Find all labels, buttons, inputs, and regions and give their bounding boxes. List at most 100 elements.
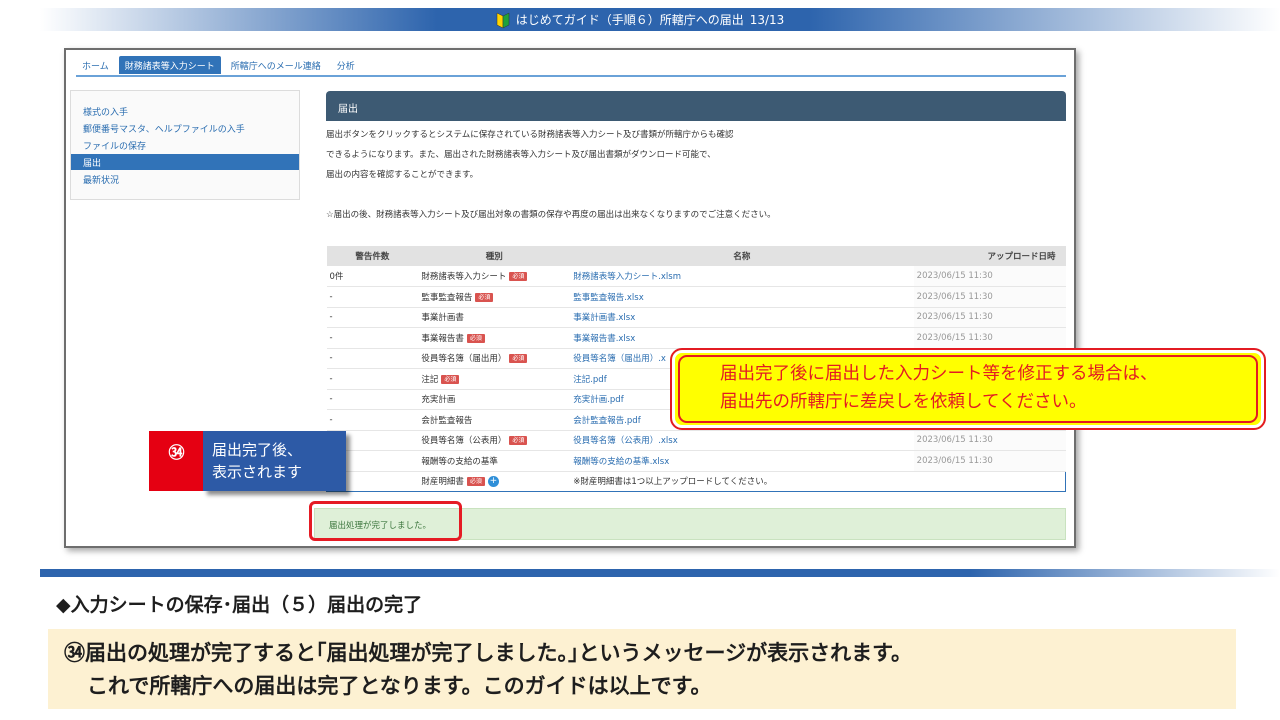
- required-badge: 必須: [441, 374, 460, 384]
- row-type: 事業報告書 必須: [418, 327, 571, 349]
- row-type-label: 注記: [421, 374, 439, 385]
- row-warning-count: -: [326, 409, 419, 431]
- panel-description-line1: 届出ボタンをクリックするとシステムに保存されている財務諸表等入力シート及び書類が…: [326, 130, 734, 140]
- header-type: 種別: [418, 246, 571, 266]
- callout-line1: 届出完了後に届出した入力シート等を修正する場合は、: [720, 364, 1158, 384]
- row-file-link[interactable]: 事業計画書.xlsx: [570, 307, 914, 328]
- panel-caution-note: ☆届出の後、財務諸表等入力シート及び届出対象の書類の保存や再度の届出は出来なくな…: [326, 210, 776, 220]
- table-row: - 監事監査報告 必須 監事監査報告.xlsx 2023/06/15 11:30: [326, 286, 1066, 308]
- panel-description-line3: 届出の内容を確認することができます。: [326, 170, 479, 180]
- header-name: 名称: [570, 246, 914, 266]
- row-type: 役員等名簿（公表用） 必須: [418, 430, 571, 451]
- required-badge: 必須: [509, 436, 528, 446]
- callout-text: 届出完了後に届出した入力シート等を修正する場合は、 届出先の所轄庁に差戻しを依頼…: [720, 360, 1158, 416]
- step-note: 届出完了後、 表示されます: [203, 431, 346, 491]
- required-badge: 必須: [509, 354, 528, 364]
- header-warning-count: 警告件数: [326, 246, 419, 266]
- row-type-label: 事業報告書: [421, 333, 464, 344]
- row-upload-date: 2023/06/15 11:30: [913, 266, 1066, 287]
- required-badge: 必須: [466, 333, 485, 343]
- row-type: 財務諸表等入力シート 必須: [418, 266, 571, 287]
- panel-description-line2: できるようになります。また、届出された財務諸表等入力シート及び届出書類がダウンロ…: [326, 150, 716, 160]
- row-type: 会計監査報告: [418, 409, 571, 431]
- explanation-line2: これで所轄庁への届出は完了となります。このガイドは以上です。: [87, 674, 712, 698]
- row-type-label: 財産明細書: [421, 477, 464, 488]
- row-upload-date: 2023/06/15 11:30: [913, 307, 1066, 328]
- tab-mail-contact[interactable]: 所轄庁へのメール連絡: [225, 56, 327, 74]
- panel-title: 届出: [326, 91, 1066, 121]
- row-warning-count: -: [326, 327, 419, 349]
- row-warning-count: -: [326, 348, 419, 369]
- banner-page-number: 13/13: [749, 12, 785, 27]
- sidebar-item-postal-master[interactable]: 郵便番号マスタ、ヘルプファイルの入手: [71, 120, 299, 136]
- warning-callout: 届出完了後に届出した入力シート等を修正する場合は、 届出先の所轄庁に差戻しを依頼…: [670, 348, 1266, 430]
- row-upload-date: 2023/06/15 11:30: [913, 327, 1066, 349]
- tab-analysis[interactable]: 分析: [331, 56, 361, 74]
- tab-home[interactable]: ホーム: [76, 56, 115, 74]
- row-type: 財産明細書 必須 +: [418, 470, 571, 492]
- tab-bar: ホーム 財務諸表等入力シート 所轄庁へのメール連絡 分析: [76, 56, 361, 74]
- table-row: 役員等名簿（公表用） 必須 役員等名簿（公表用）.xlsx 2023/06/15 11…: [326, 430, 1066, 451]
- table-header-row: 警告件数 種別 名称 アップロード日時: [326, 246, 1066, 266]
- row-file-link[interactable]: 財務諸表等入力シート.xlsm: [570, 266, 914, 287]
- slide: はじめてガイド（手順６）所轄庁への届出 13/13 ホーム 財務諸表等入力シート…: [0, 0, 1280, 720]
- row-type: 事業計画書: [418, 307, 571, 328]
- row-warning-count: 0件: [326, 266, 419, 287]
- row-type-label: 役員等名簿（届出用）: [421, 354, 507, 365]
- table-row: - 事業計画書 事業計画書.xlsx 2023/06/15 11:30: [326, 307, 1066, 328]
- row-warning-count: -: [326, 368, 419, 390]
- row-type-label: 監事監査報告: [421, 292, 473, 303]
- row-instruction: ※財産明細書は1つ以上アップロードしてください。: [570, 470, 1067, 492]
- tab-divider: [76, 75, 1066, 77]
- table-row: 0件 財務諸表等入力シート 必須 財務諸表等入力シート.xlsm 2023/06/15 …: [326, 266, 1066, 287]
- row-file-link[interactable]: 事業報告書.xlsx: [570, 327, 914, 349]
- row-file-link[interactable]: 役員等名簿（公表用）.xlsx: [570, 430, 914, 451]
- row-type-label: 報酬等の支給の基準: [421, 456, 498, 467]
- row-upload-date: 2023/06/15 11:30: [913, 450, 1066, 472]
- table-row: - 事業報告書 必須 事業報告書.xlsx 2023/06/15 11:30: [326, 327, 1066, 349]
- row-type-label: 役員等名簿（公表用）: [421, 436, 507, 447]
- sidebar-item-save-file[interactable]: ファイルの保存: [71, 137, 299, 153]
- required-badge: 必須: [509, 272, 528, 281]
- row-type: 役員等名簿（届出用） 必須: [418, 348, 571, 369]
- required-badge: 必須: [466, 477, 485, 487]
- step-note-line2: 表示されます: [212, 463, 303, 481]
- row-file-link[interactable]: 監事監査報告.xlsx: [570, 286, 914, 308]
- row-type: 監事監査報告 必須: [418, 286, 571, 308]
- explanation-text: ㉞届出の処理が完了すると｢届出処理が完了しました。｣というメッセージが表示されま…: [64, 637, 912, 703]
- row-type-label: 事業計画書: [421, 313, 464, 324]
- sidebar-item-submit[interactable]: 届出: [71, 154, 299, 170]
- callout-line2: 届出先の所轄庁に差戻しを依頼してください。: [720, 392, 1087, 412]
- sidebar-item-latest-status[interactable]: 最新状況: [71, 171, 299, 187]
- table-row: 財産明細書 必須 + ※財産明細書は1つ以上アップロードしてください。: [326, 470, 1067, 492]
- row-type-label: 財務諸表等入力シート: [421, 272, 507, 282]
- row-type: 報酬等の支給の基準: [418, 450, 571, 472]
- explanation-box: ㉞届出の処理が完了すると｢届出処理が完了しました。｣というメッセージが表示されま…: [48, 629, 1236, 709]
- step-number-badge: ㉞: [149, 431, 204, 491]
- required-badge: 必須: [475, 292, 494, 302]
- section-divider-bar: [40, 569, 1280, 577]
- row-type: 注記 必須: [418, 368, 571, 390]
- row-upload-date: 2023/06/15 11:30: [913, 430, 1066, 451]
- table-row: 報酬等の支給の基準 報酬等の支給の基準.xlsx 2023/06/15 11:30: [326, 450, 1066, 472]
- step-note-line1: 届出完了後、: [212, 441, 303, 459]
- row-file-link[interactable]: 報酬等の支給の基準.xlsx: [570, 450, 914, 472]
- banner-title-text: はじめてガイド（手順６）所轄庁への届出: [515, 13, 744, 27]
- add-file-icon[interactable]: +: [487, 476, 499, 488]
- row-warning-count: -: [326, 389, 419, 410]
- explanation-line1: ㉞届出の処理が完了すると｢届出処理が完了しました。｣というメッセージが表示されま…: [64, 641, 912, 665]
- beginner-mark-icon: [496, 12, 509, 28]
- sidebar-item-forms[interactable]: 様式の入手: [71, 103, 299, 119]
- banner-title: はじめてガイド（手順６）所轄庁への届出 13/13: [0, 8, 1280, 31]
- sidebar: 様式の入手 郵便番号マスタ、ヘルプファイルの入手 ファイルの保存 届出 最新状況: [70, 90, 300, 200]
- row-warning-count: -: [326, 286, 419, 308]
- row-type-label: 充実計画: [421, 395, 456, 406]
- row-upload-date: 2023/06/15 11:30: [913, 286, 1066, 308]
- row-type-label: 会計監査報告: [421, 415, 473, 426]
- row-warning-count: -: [326, 307, 419, 328]
- row-type: 充実計画: [418, 389, 571, 410]
- tab-financial-sheet[interactable]: 財務諸表等入力シート: [118, 56, 221, 74]
- section-title: ◆入力シートの保存･届出（５）届出の完了: [56, 594, 423, 616]
- header-upload-date: アップロード日時: [913, 246, 1066, 266]
- completion-highlight: [309, 501, 462, 541]
